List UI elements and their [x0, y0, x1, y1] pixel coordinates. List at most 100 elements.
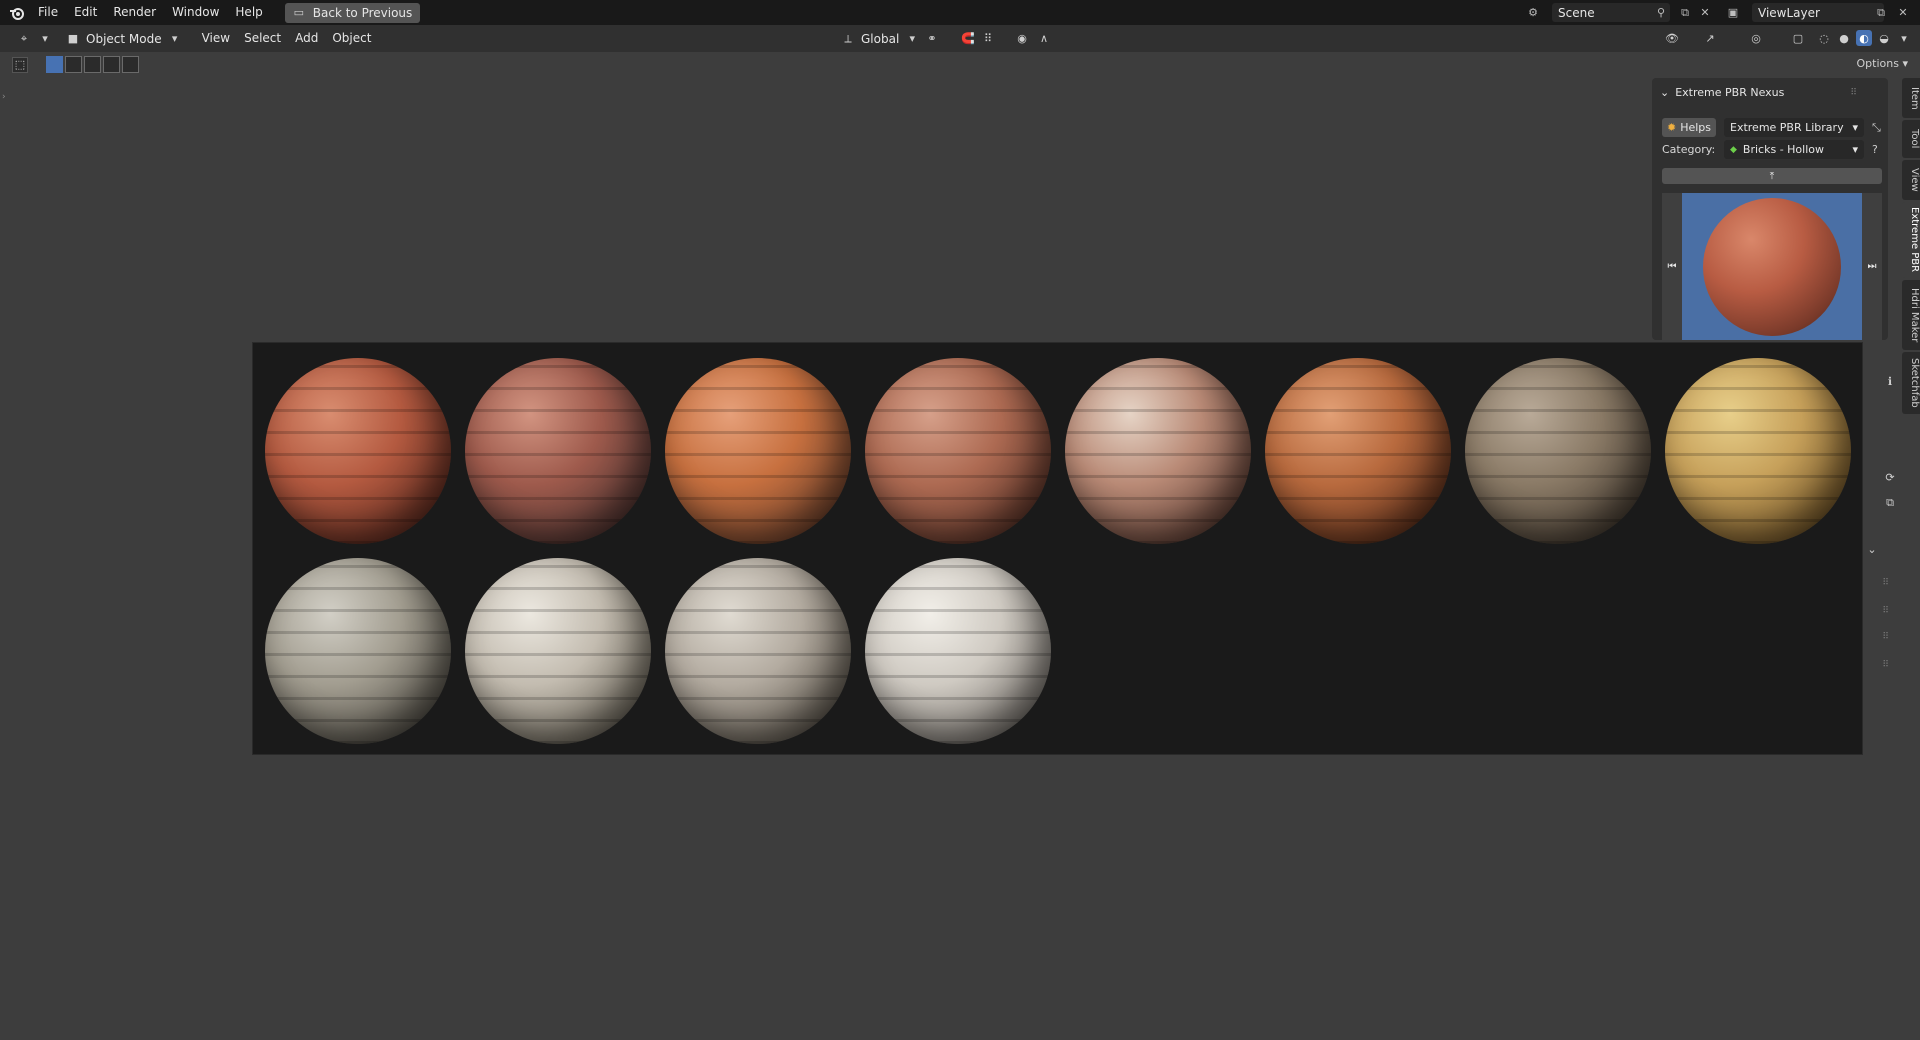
snap-grid-icon[interactable]: ⠿: [980, 30, 996, 46]
material-thumbnail[interactable]: [265, 553, 451, 749]
white-mortar-brick-sphere-icon: [1065, 358, 1251, 544]
menu-file[interactable]: File: [30, 0, 66, 25]
category-dropdown[interactable]: ◆ Bricks - Hollow ▾: [1724, 140, 1864, 159]
snap-icon[interactable]: 🧲: [960, 30, 976, 46]
info-icon[interactable]: ℹ: [1880, 372, 1900, 390]
select-intersect-icon[interactable]: [122, 56, 139, 73]
drag-handle-icon[interactable]: ⠿: [1850, 88, 1858, 98]
view-layer-name: ViewLayer: [1758, 5, 1820, 20]
object-mode-icon: ■: [67, 32, 79, 45]
copy-icon[interactable]: ⧉: [1880, 494, 1900, 512]
menu-window[interactable]: Window: [164, 0, 227, 25]
tab-tool[interactable]: Tool: [1902, 120, 1920, 158]
proportional-edit-icon[interactable]: ◉: [1014, 30, 1030, 46]
drag-handle-icon[interactable]: ⠿: [1882, 660, 1890, 670]
next-material-button[interactable]: ⏭: [1862, 193, 1882, 340]
material-thumbnail[interactable]: [865, 553, 1051, 749]
select-tool-icon[interactable]: ⬚: [12, 56, 28, 73]
material-thumbnail[interactable]: [1065, 353, 1251, 549]
library-name: Extreme PBR Library: [1730, 121, 1844, 134]
panel-header[interactable]: ⌄ Extreme PBR Nexus: [1660, 86, 1784, 99]
material-thumbnail[interactable]: [865, 353, 1051, 549]
tab-view[interactable]: View: [1902, 160, 1920, 200]
solid-shading-icon[interactable]: ●: [1836, 30, 1852, 46]
material-thumbnail[interactable]: [1665, 353, 1851, 549]
panel-title: Extreme PBR Nexus: [1675, 86, 1785, 99]
editor-type-icon: ⌖: [20, 31, 28, 45]
view-layer-selector[interactable]: ViewLayer: [1752, 3, 1884, 22]
screen-icon: ▭: [293, 6, 304, 19]
options-dropdown[interactable]: Options ▾: [1857, 57, 1908, 70]
material-thumbnail[interactable]: [665, 353, 851, 549]
new-view-layer-icon[interactable]: ⧉: [1872, 4, 1890, 21]
menu-view[interactable]: View: [195, 25, 237, 52]
previous-material-button[interactable]: ⏮: [1662, 193, 1682, 340]
tab-hdri-maker[interactable]: Hdri Maker: [1902, 280, 1920, 350]
menu-edit[interactable]: Edit: [66, 0, 105, 25]
toolbar-expand-icon[interactable]: ›: [2, 92, 6, 102]
material-thumbnail[interactable]: [665, 553, 851, 749]
material-shading-icon[interactable]: ◐: [1856, 30, 1872, 46]
library-dropdown[interactable]: Extreme PBR Library ▾: [1724, 118, 1864, 137]
category-row: Category: ◆ Bricks - Hollow ▾ ?: [1662, 140, 1878, 159]
drag-handle-icon[interactable]: ⠿: [1882, 606, 1890, 616]
helps-button[interactable]: ✹ Helps: [1662, 118, 1716, 137]
falloff-icon[interactable]: ∧: [1036, 30, 1052, 46]
pin-icon[interactable]: ⚲: [1652, 4, 1670, 21]
pivot-icon[interactable]: ⚭: [924, 30, 940, 46]
chevron-down-icon[interactable]: ▾: [1896, 30, 1912, 46]
skip-back-icon: ⏮: [1667, 261, 1677, 272]
material-preview-thumbnail[interactable]: [1682, 193, 1862, 340]
blender-logo-icon[interactable]: [4, 0, 30, 25]
editor-type-dropdown[interactable]: ⌖ ▾: [10, 29, 59, 49]
rendered-shading-icon[interactable]: ◒: [1876, 30, 1892, 46]
refresh-icon[interactable]: ⟳: [1880, 468, 1900, 486]
menu-object[interactable]: Object: [325, 25, 378, 52]
collapse-preview-button[interactable]: ⤒: [1662, 168, 1882, 184]
white-large-brick-sphere-icon: [465, 558, 651, 744]
scene-name: Scene: [1558, 5, 1595, 20]
arrow-up-bar-icon: ⤒: [1769, 170, 1775, 182]
chevron-down-icon: ▾: [1852, 143, 1858, 156]
gizmo-icon[interactable]: ↗: [1702, 30, 1718, 46]
close-view-layer-icon[interactable]: ✕: [1894, 4, 1912, 21]
material-thumbnail[interactable]: [1265, 353, 1451, 549]
material-thumbnail[interactable]: [1465, 353, 1651, 549]
tab-item[interactable]: Item: [1902, 78, 1920, 118]
orientation-icon: ⟂: [844, 31, 852, 45]
material-thumbnail[interactable]: [465, 553, 651, 749]
menu-add[interactable]: Add: [288, 25, 325, 52]
scene-type-icon[interactable]: ⚙: [1524, 4, 1542, 21]
xray-icon[interactable]: ▢: [1790, 30, 1806, 46]
mode-dropdown[interactable]: ■ Object Mode ▾: [59, 29, 189, 49]
help-icon[interactable]: ?: [1872, 143, 1878, 156]
wireframe-shading-icon[interactable]: ◌: [1816, 30, 1832, 46]
red-brick-sphere-icon: [1703, 197, 1841, 336]
menu-select[interactable]: Select: [237, 25, 288, 52]
transform-orientation-dropdown[interactable]: ⟂ Global ▾: [834, 29, 926, 49]
tab-sketchfab[interactable]: Sketchfab: [1902, 352, 1920, 414]
menu-help[interactable]: Help: [227, 0, 270, 25]
drag-handle-icon[interactable]: ⠿: [1882, 578, 1890, 588]
drag-handle-icon[interactable]: ⠿: [1882, 632, 1890, 642]
sidebar-tabs: Item Tool View Extreme PBR Hdri Maker Sk…: [1902, 78, 1920, 416]
ribbed-grey-brick-sphere-icon: [1465, 358, 1651, 544]
overlay-icon[interactable]: ◎: [1748, 30, 1764, 46]
view-layer-icon[interactable]: ▣: [1724, 4, 1742, 21]
select-invert-icon[interactable]: [103, 56, 120, 73]
red-grey-brick-sphere-icon: [465, 358, 651, 544]
material-thumbnail[interactable]: [265, 353, 451, 549]
tab-extreme-pbr[interactable]: Extreme PBR: [1902, 202, 1920, 278]
select-subtract-icon[interactable]: [84, 56, 101, 73]
visibility-icon[interactable]: 👁: [1664, 30, 1680, 46]
select-new-icon[interactable]: [46, 56, 63, 73]
chevron-down-icon[interactable]: ⌄: [1862, 540, 1882, 558]
menu-render[interactable]: Render: [105, 0, 164, 25]
material-thumbnail[interactable]: [465, 353, 651, 549]
shrink-icon[interactable]: ⤡: [1872, 121, 1881, 135]
close-scene-icon[interactable]: ✕: [1696, 4, 1714, 21]
new-scene-icon[interactable]: ⧉: [1676, 4, 1694, 21]
back-to-previous-button[interactable]: ▭ Back to Previous: [284, 2, 421, 23]
select-extend-icon[interactable]: [65, 56, 82, 73]
white-brick-sphere-icon: [865, 558, 1051, 744]
